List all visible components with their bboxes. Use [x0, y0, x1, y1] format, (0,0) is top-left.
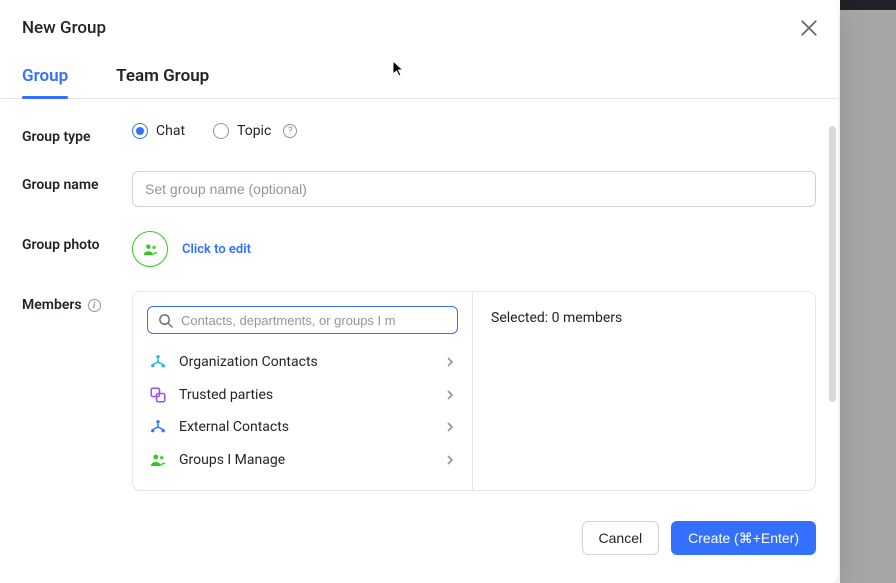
source-external-contacts[interactable]: External Contacts: [147, 411, 458, 444]
radio-icon: [213, 123, 229, 139]
external-icon: [149, 418, 167, 436]
group-photo-controls: Click to edit: [132, 231, 251, 267]
backdrop-dark: [840, 0, 896, 10]
radio-icon: [132, 123, 148, 139]
row-members: Members i: [22, 291, 816, 491]
source-organization-contacts[interactable]: Organization Contacts: [147, 346, 458, 379]
group-photo-button[interactable]: [132, 231, 168, 267]
source-label: Groups I Manage: [179, 452, 432, 468]
edit-photo-link[interactable]: Click to edit: [182, 242, 251, 257]
info-icon[interactable]: i: [88, 299, 101, 312]
create-button[interactable]: Create (⌘+Enter): [671, 521, 816, 555]
radio-topic[interactable]: Topic ?: [213, 123, 297, 139]
scrollbar[interactable]: [829, 126, 836, 402]
members-selected-panel: Selected: 0 members: [473, 292, 815, 490]
group-name-input[interactable]: [132, 171, 816, 207]
groups-icon: [149, 451, 167, 469]
chevron-right-icon: [444, 389, 456, 401]
tabs: Group Team Group: [0, 48, 838, 99]
row-group-type: Group type Chat Topic ?: [22, 123, 816, 147]
source-label: Trusted parties: [179, 387, 432, 403]
org-icon: [149, 353, 167, 371]
label-group-name: Group name: [22, 171, 132, 195]
modal-title: New Group: [22, 18, 106, 38]
backdrop: [840, 0, 896, 583]
label-group-type: Group type: [22, 123, 132, 147]
radio-chat-label: Chat: [156, 123, 185, 139]
cancel-button[interactable]: Cancel: [582, 521, 660, 555]
tab-team-group[interactable]: Team Group: [116, 66, 209, 98]
search-icon: [158, 313, 173, 328]
modal-footer: Cancel Create (⌘+Enter): [582, 521, 816, 555]
members-source-panel: Organization Contacts Trusted parties: [133, 292, 473, 490]
label-members-text: Members: [22, 295, 82, 315]
label-members: Members i: [22, 291, 132, 315]
new-group-modal: New Group Group Team Group Group type Ch…: [0, 0, 838, 583]
modal-header: New Group: [0, 0, 838, 48]
row-group-photo: Group photo Click to edit: [22, 231, 816, 267]
tab-group[interactable]: Group: [22, 66, 68, 98]
label-group-photo: Group photo: [22, 231, 132, 255]
radio-topic-label: Topic: [237, 123, 271, 139]
source-groups-i-manage[interactable]: Groups I Manage: [147, 444, 458, 477]
source-list: Organization Contacts Trusted parties: [147, 346, 458, 476]
selected-count: Selected: 0 members: [491, 310, 797, 326]
modal-body: Group type Chat Topic ? Group name Group…: [0, 99, 838, 491]
radio-chat[interactable]: Chat: [132, 123, 185, 139]
radio-group-type: Chat Topic ?: [132, 123, 297, 139]
trusted-icon: [149, 386, 167, 404]
avatar-group-icon: [142, 241, 159, 258]
source-label: External Contacts: [179, 419, 432, 435]
close-icon[interactable]: [800, 19, 818, 37]
members-panel: Organization Contacts Trusted parties: [132, 291, 816, 491]
source-trusted-parties[interactable]: Trusted parties: [147, 379, 458, 412]
source-label: Organization Contacts: [179, 354, 432, 370]
chevron-right-icon: [444, 356, 456, 368]
chevron-right-icon: [444, 454, 456, 466]
help-icon[interactable]: ?: [283, 124, 297, 138]
row-group-name: Group name: [22, 171, 816, 207]
members-search-box[interactable]: [147, 306, 458, 334]
members-search-input[interactable]: [181, 313, 447, 328]
chevron-right-icon: [444, 421, 456, 433]
